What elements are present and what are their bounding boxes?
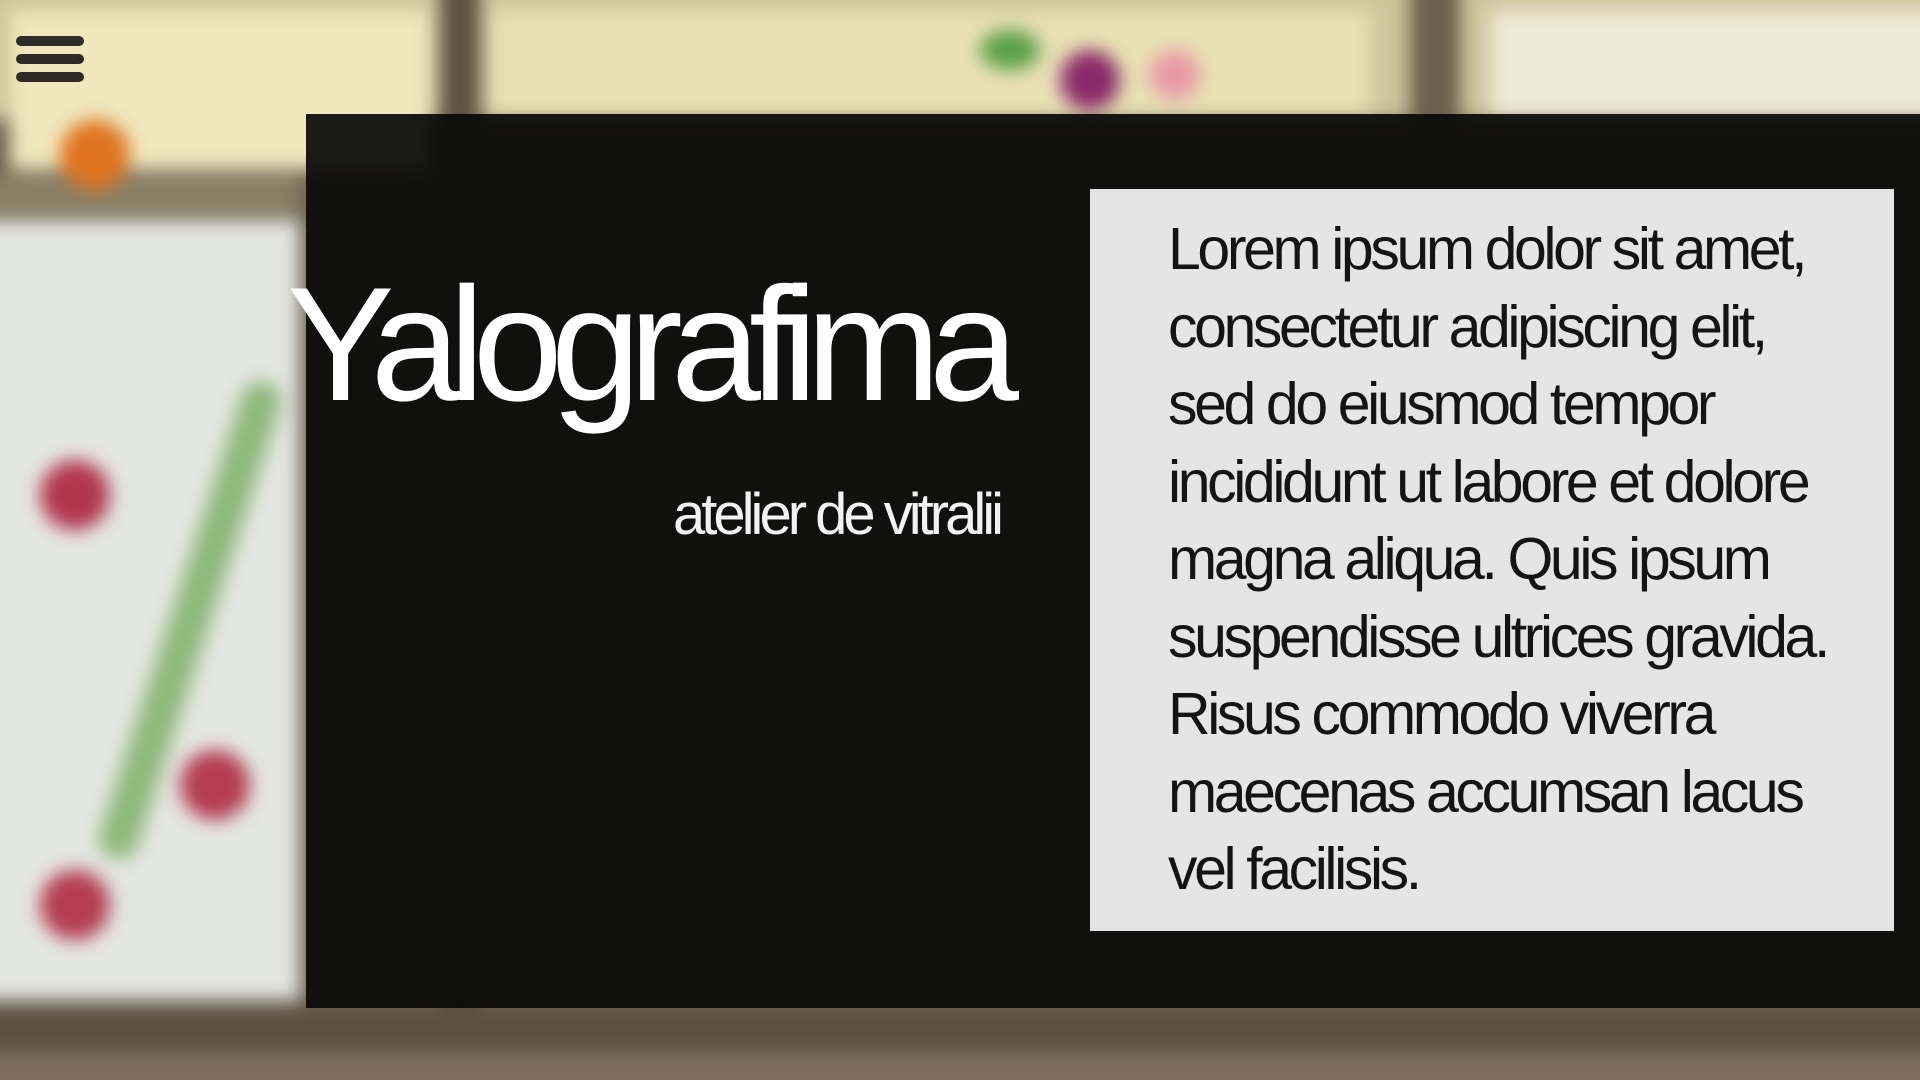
hamburger-menu-icon-bar — [16, 72, 84, 82]
page: Yalografima atelier de vitralii Lorem ip… — [0, 0, 1920, 1080]
intro-paragraph: Lorem ipsum dolor sit amet, consectetur … — [1168, 216, 1830, 902]
text-card: Lorem ipsum dolor sit amet, consectetur … — [1090, 189, 1894, 931]
menu-button[interactable] — [14, 34, 86, 84]
brand-subtitle: atelier de vitralii — [673, 482, 1004, 547]
hamburger-menu-icon-bar — [16, 54, 84, 64]
hamburger-menu-icon — [16, 36, 84, 46]
brand-title: Yalografima — [286, 254, 1019, 435]
hero-panel: Yalografima atelier de vitralii Lorem ip… — [287, 114, 1920, 1008]
